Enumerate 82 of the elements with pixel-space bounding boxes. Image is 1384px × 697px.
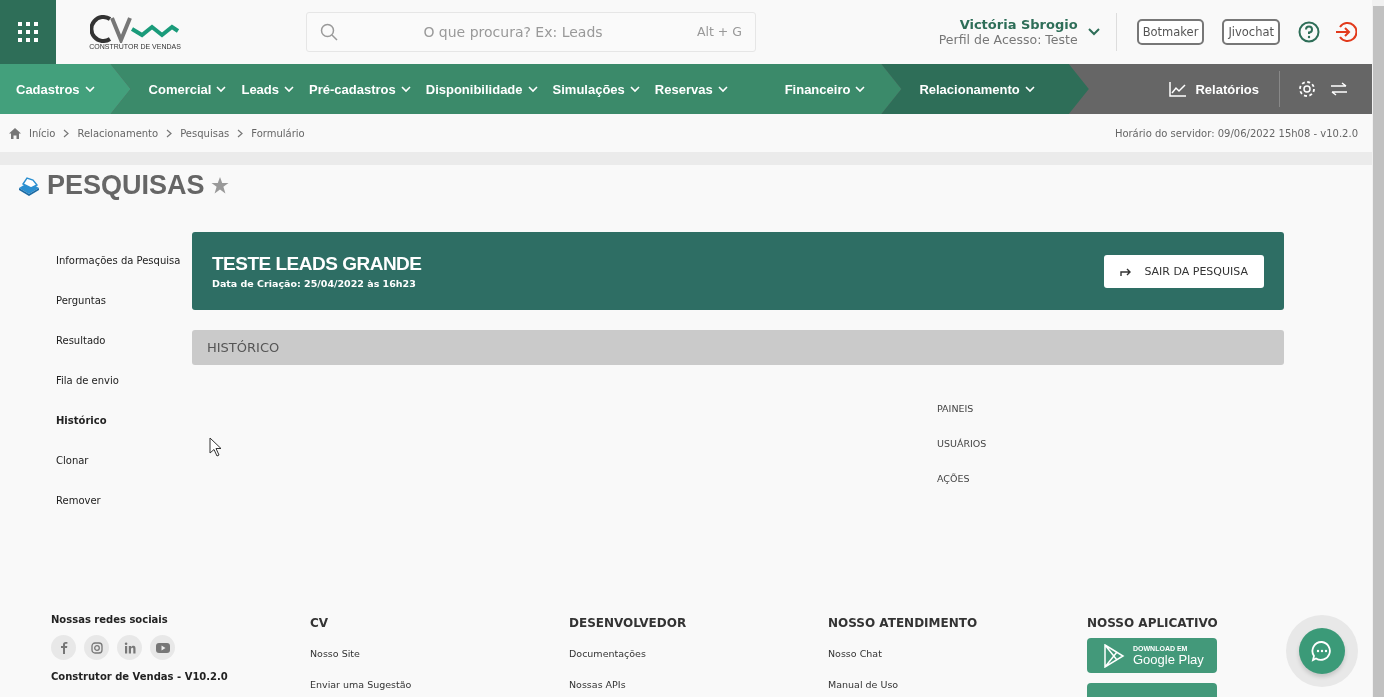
scrollbar[interactable]	[1372, 0, 1384, 697]
linkedin-icon[interactable]	[117, 635, 142, 660]
breadcrumb-link[interactable]: Início	[29, 127, 56, 139]
play-triangle-icon	[1103, 643, 1125, 668]
home-icon	[9, 127, 21, 139]
footer-link[interactable]: Nosso Chat	[828, 648, 1087, 660]
chevron-right-icon	[166, 128, 173, 138]
sidebar-item[interactable]: Histórico	[56, 414, 192, 427]
chevron-down-icon	[629, 85, 640, 93]
share-arrow-icon	[1120, 266, 1133, 276]
chat-integration-button[interactable]: Botmaker	[1136, 19, 1205, 45]
handshake-icon	[17, 174, 41, 196]
chevron-down-icon	[400, 85, 411, 93]
chat-button[interactable]	[1299, 628, 1345, 674]
sidebar-item[interactable]: Informações da Pesquisa	[56, 254, 192, 267]
chevron-down-icon	[855, 85, 866, 93]
help-icon[interactable]	[1298, 21, 1320, 43]
search-icon	[320, 23, 338, 41]
breadcrumb-link[interactable]: Relacionamento	[77, 127, 159, 139]
menu-item[interactable]: Disponibilidade	[425, 81, 538, 97]
youtube-icon[interactable]	[150, 635, 175, 660]
chat-integration-button[interactable]: Jivochat	[1222, 19, 1280, 45]
history-filter[interactable]: AÇÕES	[937, 472, 1284, 485]
footer-link[interactable]: Manual de Uso	[828, 679, 1087, 691]
menu-item[interactable]: Reservas	[654, 81, 728, 97]
star-icon[interactable]	[210, 176, 229, 194]
reports-link[interactable]: Relatórios	[1169, 81, 1259, 97]
sidebar-item[interactable]: Fila de envio	[56, 374, 192, 387]
version-text: Construtor de Vendas - V10.2.0	[51, 671, 229, 682]
footer-link[interactable]: Enviar uma Sugestão	[310, 679, 569, 691]
chevron-down-icon	[1087, 28, 1100, 36]
logout-icon[interactable]	[1335, 21, 1357, 43]
section-title: HISTÓRICO	[207, 340, 280, 355]
footer-heading: NOSSO ATENDIMENTO	[828, 616, 979, 630]
server-time: Horário do servidor: 09/06/2022 15h08 - v10.2.0	[1114, 127, 1358, 139]
chat-bubble-icon	[1311, 640, 1333, 662]
shortcut-hint: Alt + G	[696, 24, 742, 39]
footer-link[interactable]: Nossas APIs	[569, 679, 828, 691]
footer-heading: NOSSO APLICATIVO	[1087, 616, 1218, 630]
menu-item[interactable]: Financeiro	[784, 81, 866, 97]
menu-item[interactable]: Pré-cadastros	[309, 81, 411, 97]
chevron-down-icon	[527, 85, 538, 93]
breadcrumb-link[interactable]: Formulário	[251, 127, 305, 139]
user-name: Victória Sbrogio	[959, 17, 1078, 32]
facebook-icon[interactable]	[51, 635, 76, 660]
menu-item[interactable]: Leads	[241, 81, 295, 97]
logo-mark-icon	[90, 14, 180, 43]
sidebar-item[interactable]: Perguntas	[56, 294, 192, 307]
menu-item[interactable]: Comercial	[148, 81, 227, 97]
chevron-down-icon	[717, 85, 728, 93]
line-chart-icon	[1169, 81, 1188, 97]
survey-title: TESTE LEADS GRANDE	[212, 253, 422, 275]
user-profile: Perfil de Acesso: Teste	[938, 32, 1078, 47]
menu-item[interactable]: Relacionamento	[919, 81, 1035, 97]
chevron-right-icon	[237, 128, 244, 138]
chevron-down-icon	[216, 85, 227, 93]
settings-icon[interactable]	[1298, 80, 1316, 98]
chevron-down-icon	[284, 85, 295, 93]
breadcrumb-link[interactable]: Pesquisas	[180, 127, 230, 139]
page-title: PESQUISAS	[47, 169, 205, 201]
chevron-down-icon	[1024, 85, 1035, 93]
menu-item[interactable]: Simulações	[552, 81, 640, 97]
sidebar-item[interactable]: Clonar	[56, 454, 192, 467]
footer-heading: DESENVOLVEDOR	[569, 616, 688, 630]
chevron-right-icon	[63, 128, 70, 138]
pointer-cursor-icon	[209, 437, 223, 457]
footer-link[interactable]: Documentações	[569, 648, 828, 660]
history-filter[interactable]: USUÁRIOS	[937, 437, 1284, 450]
sidebar-item[interactable]: Remover	[56, 494, 192, 507]
apps-menu-button[interactable]	[0, 0, 56, 64]
instagram-icon[interactable]	[84, 635, 109, 660]
footer-heading: CV	[310, 616, 330, 630]
exit-survey-button[interactable]: SAIR DA PESQUISA	[1104, 254, 1264, 288]
social-title: Nossas redes sociais	[51, 614, 169, 625]
chevron-down-icon	[84, 85, 95, 93]
history-filter[interactable]: PAINEIS	[937, 402, 1284, 415]
user-menu[interactable]: Victória Sbrogio Perfil de Acesso: Teste	[938, 17, 1100, 47]
grid-icon	[16, 20, 40, 44]
swap-arrows-icon[interactable]	[1330, 82, 1348, 96]
footer-link[interactable]: Nosso Site	[310, 648, 569, 660]
creation-date: Data de Criação: 25/04/2022 às 16h23	[212, 278, 417, 289]
sidebar-item[interactable]: Resultado	[56, 334, 192, 347]
